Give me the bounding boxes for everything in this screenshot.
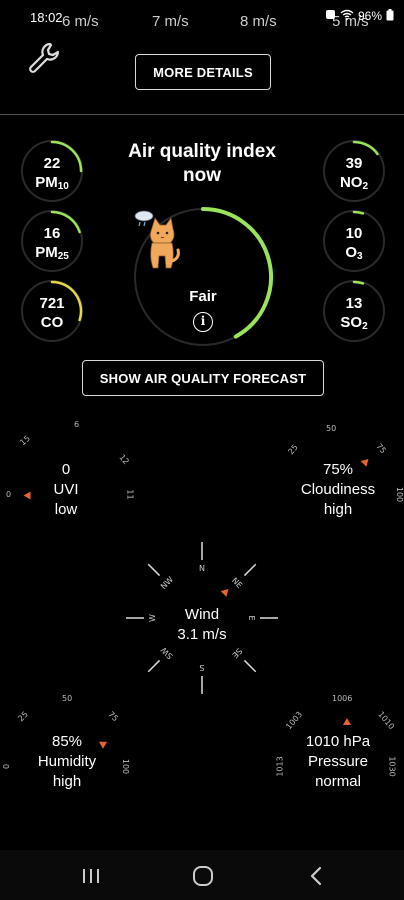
gauge-tick: 0 [6, 490, 12, 499]
aqi-gauge[interactable]: Fair i [132, 206, 274, 348]
humidity-text: 85% Humidity high [37, 733, 97, 790]
wind-tick [147, 659, 161, 673]
gauge-tick: 12 [117, 452, 131, 467]
aqi-level-arc [201, 207, 273, 339]
wifi-icon [340, 9, 354, 20]
gauge-tick: 50 [62, 694, 73, 703]
gauge-pointer [343, 718, 351, 725]
gauge-tick: 11 [125, 489, 135, 500]
gauge-tick: 1010 [376, 709, 397, 732]
aqi-title: Air quality index now [128, 141, 276, 186]
gauge-tick: 1006 [332, 694, 353, 703]
more-details-button[interactable]: MORE DETAILS [135, 54, 271, 90]
wind-direction-label: NW [159, 575, 175, 591]
battery-percent: 96% [357, 9, 382, 23]
wind-tick [147, 563, 161, 577]
gauge-tick: 1030 [387, 756, 397, 777]
pollutant-name: O3 [345, 244, 363, 262]
pollutant-co[interactable]: 721 CO [21, 280, 83, 342]
pollutant-value: 22 [43, 155, 61, 172]
pollutant-no2[interactable]: 39 NO2 [323, 140, 385, 202]
wind-tick [243, 563, 257, 577]
pollutant-so2[interactable]: 13 SO2 [323, 280, 385, 342]
pollutant-pm10[interactable]: 22 PM10 [21, 140, 83, 202]
aqi-status: Fair [189, 288, 217, 305]
gauge-tick: 50 [326, 424, 337, 433]
gauge-tick: 25 [286, 442, 300, 457]
pressure-text: 1010 hPa Pressure normal [305, 733, 371, 790]
pollutant-name: SO2 [340, 314, 368, 332]
info-icon[interactable]: i [193, 312, 213, 332]
status-bar: 18:02 6 m/s 7 m/s 8 m/s 5 m/s 96% [0, 0, 404, 36]
wind-direction-label: N [199, 564, 205, 573]
cloudiness-text: 75% Cloudiness high [300, 461, 376, 518]
gauge-tick: 100 [395, 486, 404, 503]
wind-readout: 6 m/s [62, 13, 99, 30]
gauge-tick: 75 [106, 709, 120, 724]
wrench-icon[interactable] [22, 36, 66, 80]
pollutant-pm25[interactable]: 16 PM25 [21, 210, 83, 272]
recent-apps-icon[interactable] [76, 864, 106, 888]
pollutant-name: NO2 [339, 174, 369, 192]
wind-tick [243, 659, 257, 673]
gauge-tick: 100 [121, 758, 131, 775]
wind-readout: 7 m/s [152, 13, 189, 30]
home-icon[interactable] [188, 864, 218, 888]
divider [0, 114, 404, 115]
wind-direction-label: SW [159, 645, 175, 661]
pollutant-value: 10 [345, 225, 363, 242]
forecast-button[interactable]: SHOW AIR QUALITY FORECAST [82, 360, 324, 396]
back-icon[interactable] [302, 864, 332, 888]
navigation-bar [0, 850, 404, 900]
gauge-tick: 1003 [284, 709, 305, 732]
pollutant-name: CO [40, 314, 64, 331]
pollutant-value: 721 [39, 295, 65, 312]
gauge-tick: 0 [2, 763, 12, 770]
wind-text: Wind 3.1 m/s [177, 606, 227, 643]
gauge-tick: 75 [374, 441, 388, 456]
pollutant-name: PM25 [35, 244, 69, 262]
gauge-tick: 6 [74, 420, 80, 429]
status-time: 18:02 [30, 10, 63, 25]
gauge-tick: 15 [18, 433, 32, 448]
gauge-tick: 25 [16, 709, 30, 724]
uvi-text: 0 UVI low [53, 461, 79, 518]
status-icons: 96% [325, 9, 394, 23]
pollutant-value: 13 [345, 295, 363, 312]
pollutant-name: PM10 [35, 174, 69, 192]
wind-direction-label: NE [230, 576, 244, 590]
wind-readout: 8 m/s [240, 13, 277, 30]
gauge-tick: 1013 [275, 756, 285, 777]
pollutant-value: 16 [43, 225, 61, 242]
pollutant-o3[interactable]: 10 O3 [323, 210, 385, 272]
wind-direction-label: SE [230, 646, 244, 660]
battery-icon [386, 9, 394, 21]
wind-direction-label: S [199, 663, 204, 672]
cat-icon [134, 210, 180, 269]
pollutant-value: 39 [345, 155, 363, 172]
notification-icon [325, 10, 335, 19]
